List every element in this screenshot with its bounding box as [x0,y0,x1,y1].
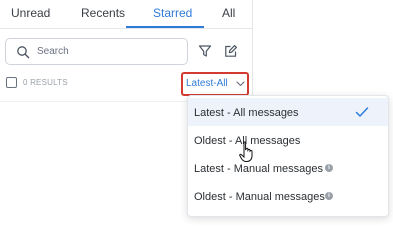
tab-all[interactable]: All [222,6,235,20]
sort-select[interactable]: Latest-All [186,78,228,89]
sort-dropdown-menu: Latest - All messages Oldest - All messa… [187,95,389,217]
checkmark-icon [355,107,369,117]
sort-option-label: Oldest - Manual messages [194,191,325,203]
info-icon[interactable]: i [325,164,333,172]
sort-option-latest-all[interactable]: Latest - All messages [188,98,388,126]
filter-icon[interactable] [198,44,212,58]
sort-option-label: Latest - All messages [194,107,299,119]
search-placeholder: Search [37,46,69,57]
sort-option-label: Oldest - All messages [194,135,301,147]
sort-option-latest-manual[interactable]: Latest - Manual messages i [188,154,388,182]
chevron-down-icon[interactable] [236,81,245,87]
info-icon[interactable]: i [325,192,333,200]
tab-starred[interactable]: Starred [153,6,192,20]
tabs-divider [0,28,252,29]
tab-unread[interactable]: Unread [11,6,50,20]
search-input[interactable]: Search [5,38,188,65]
tab-recents[interactable]: Recents [81,6,125,20]
select-all-checkbox[interactable] [6,77,17,88]
sort-option-oldest-all[interactable]: Oldest - All messages [188,126,388,154]
search-icon [17,46,30,59]
sort-option-label: Latest - Manual messages [194,163,324,175]
sort-option-oldest-manual[interactable]: Oldest - Manual messages i [188,182,388,210]
tab-bar: Unread Recents Starred All [0,0,252,28]
results-count: 0 RESULTS [23,78,68,87]
compose-icon[interactable] [224,44,238,58]
